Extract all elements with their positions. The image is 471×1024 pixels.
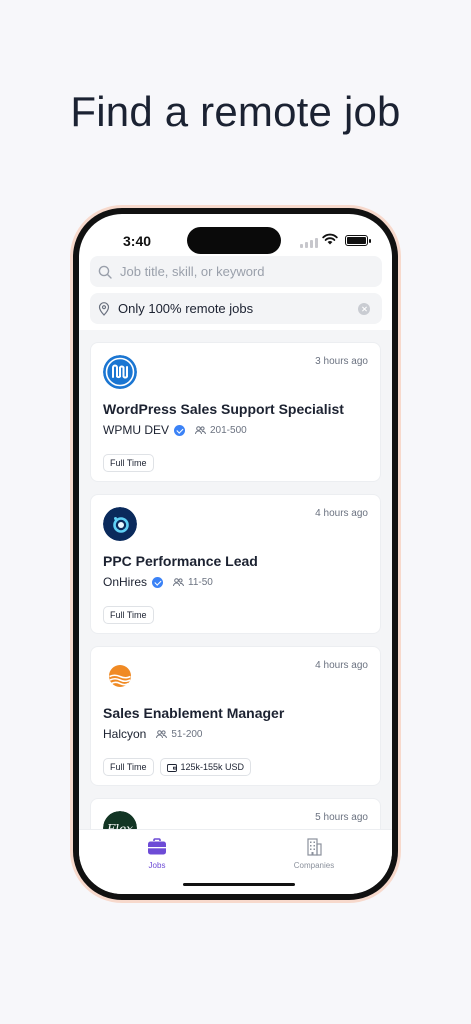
wifi-icon	[322, 233, 338, 245]
people-icon	[173, 577, 185, 586]
tag-employment-type: Full Time	[103, 454, 154, 472]
job-card[interactable]: 4 hours ago PPC Performance Lead OnHires…	[90, 494, 381, 634]
job-tags: Full Time 125k-155k USD	[103, 758, 252, 776]
tab-companies[interactable]: Companies	[274, 838, 354, 870]
phone-screen: 3:40 Job title, skill, or keyword Only 1…	[79, 214, 392, 894]
briefcase-icon	[148, 838, 166, 855]
posted-time: 5 hours ago	[315, 812, 368, 823]
dynamic-island	[187, 227, 281, 254]
job-card[interactable]: 4 hours ago Sales Enablement Manager Hal…	[90, 646, 381, 786]
job-title: PPC Performance Lead	[103, 553, 258, 569]
tag-salary: 125k-155k USD	[159, 758, 252, 776]
tab-jobs-label: Jobs	[148, 861, 166, 870]
page-headline: Find a remote job	[70, 88, 401, 135]
people-icon	[195, 425, 206, 434]
company-logo-halcyon	[103, 659, 137, 693]
search-icon	[98, 265, 112, 279]
wallet-icon	[166, 763, 177, 772]
job-tags: Full Time	[103, 454, 154, 472]
filter-value: Only 100% remote jobs	[118, 301, 254, 316]
search-input[interactable]: Job title, skill, or keyword	[90, 256, 382, 287]
job-tags: Full Time	[103, 606, 154, 624]
posted-time: 4 hours ago	[315, 660, 368, 671]
verified-badge-icon	[174, 424, 185, 436]
status-bar: 3:40	[79, 214, 392, 262]
verified-badge-icon	[152, 576, 164, 588]
tab-jobs[interactable]: Jobs	[117, 838, 197, 870]
company-name: Halcyon	[103, 727, 147, 741]
salary-value: 125k-155k USD	[180, 762, 245, 772]
company-meta: OnHires 11-50	[103, 575, 213, 589]
company-size: 201-500	[195, 425, 247, 436]
job-list[interactable]: 3 hours ago WordPress Sales Support Spec…	[79, 330, 392, 835]
job-card[interactable]: 3 hours ago WordPress Sales Support Spec…	[90, 342, 381, 482]
people-icon	[156, 729, 168, 738]
tab-companies-label: Companies	[293, 861, 335, 870]
clear-filter-icon[interactable]	[358, 302, 370, 315]
tag-employment-type: Full Time	[103, 758, 154, 776]
company-meta: WPMU DEV 201-500	[103, 423, 247, 437]
job-title: WordPress Sales Support Specialist	[103, 401, 344, 417]
posted-time: 3 hours ago	[315, 356, 368, 367]
company-logo-onhires	[103, 507, 137, 541]
company-size: 11-50	[173, 577, 213, 588]
phone-frame: 3:40 Job title, skill, or keyword Only 1…	[73, 208, 398, 900]
company-size-value: 51-200	[171, 728, 203, 740]
company-meta: Halcyon 51-200	[103, 727, 203, 741]
cellular-signal-icon	[300, 238, 318, 248]
tab-bar: Jobs Companies	[79, 829, 392, 894]
location-filter[interactable]: Only 100% remote jobs	[90, 293, 382, 324]
job-title: Sales Enablement Manager	[103, 705, 285, 721]
company-size: 51-200	[156, 728, 203, 740]
tag-employment-type: Full Time	[103, 606, 154, 624]
company-name: WPMU DEV	[103, 423, 169, 437]
building-icon	[307, 838, 322, 856]
company-logo-wpmu	[103, 355, 137, 389]
status-time: 3:40	[123, 233, 152, 249]
posted-time: 4 hours ago	[315, 508, 368, 519]
company-size-value: 11-50	[188, 576, 213, 588]
company-name: OnHires	[103, 575, 148, 589]
search-placeholder: Job title, skill, or keyword	[120, 264, 265, 279]
home-indicator[interactable]	[183, 883, 295, 886]
location-pin-icon	[98, 301, 110, 316]
battery-icon	[345, 235, 371, 246]
company-size-value: 201-500	[210, 424, 247, 436]
